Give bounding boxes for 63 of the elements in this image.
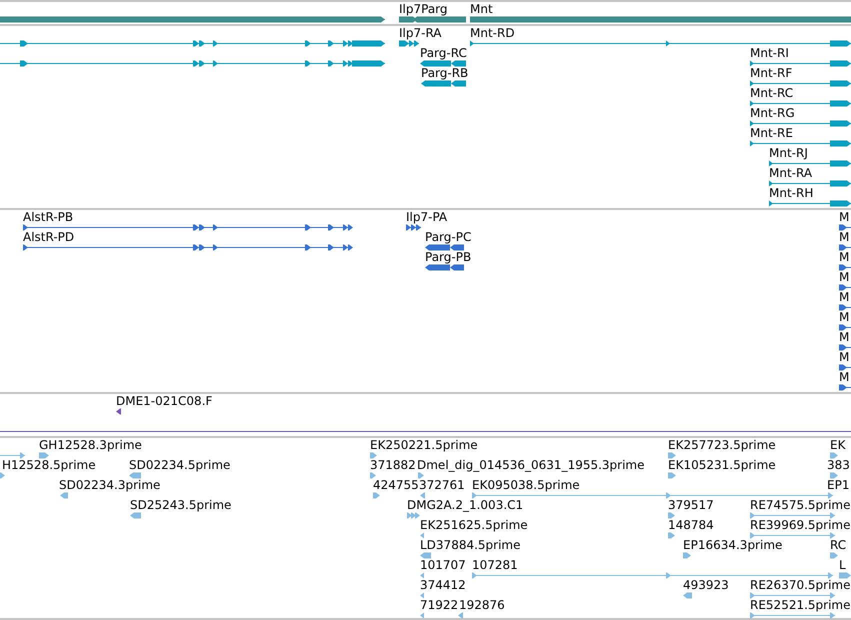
protein-label: AlstR-PB	[23, 210, 74, 224]
alignment-label: 107281	[472, 558, 518, 572]
alignment-label: EK257723.5prime	[668, 438, 776, 452]
alignment-label: SD02234.5prime	[129, 458, 230, 472]
protein-label: M	[839, 250, 850, 264]
alignment-label: 383	[827, 458, 850, 472]
transcript-label: Ilp7-RA	[399, 26, 442, 40]
alignment-label: 192876	[459, 598, 505, 612]
alignment-label: EK250221.5prime	[370, 438, 478, 452]
alignment-label: 379517	[668, 498, 714, 512]
transcript-label: Mnt-RH	[769, 186, 814, 200]
alignment-label: 148784	[668, 518, 714, 532]
clone-label: DME1-021C08.F	[116, 394, 212, 408]
transcript-label: Mnt-RF	[750, 66, 792, 80]
alignment-label: 371882	[370, 458, 416, 472]
alignment-label: 101707	[420, 558, 466, 572]
transcript-label: Mnt-RA	[769, 166, 812, 180]
protein-label: M	[839, 310, 850, 324]
transcript-label: Mnt-RD	[470, 26, 515, 40]
transcript-label: Parg-RB	[421, 66, 468, 80]
protein-label: M	[839, 230, 850, 244]
alignment-label: RC	[830, 538, 846, 552]
alignment-label: 424755	[373, 478, 419, 492]
transcript-label: Mnt-RJ	[769, 146, 808, 160]
alignment-label: DMG2A.2_1.003.C1	[407, 498, 524, 512]
alignment-label: Dmel_dig_014536_0631_1955.3prime	[417, 458, 645, 472]
transcript-label: Mnt-RC	[750, 86, 794, 100]
protein-label: AlstR-PD	[23, 230, 74, 244]
protein-label: M	[839, 370, 850, 384]
alignment-label: SD02234.3prime	[59, 478, 160, 492]
alignment-label: RE52521.5prime	[750, 598, 850, 612]
transcript-label: Mnt-RG	[750, 106, 795, 120]
alignment-label: EK251625.5prime	[420, 518, 528, 532]
alignment-label: 493923	[683, 578, 729, 592]
protein-label: Ilp7-PA	[406, 210, 448, 224]
alignment-label: EK095038.5prime	[472, 478, 580, 492]
alignment-label: 71922	[420, 598, 458, 612]
alignment-label: LD37884.5prime	[420, 538, 521, 552]
protein-label: Parg-PC	[425, 230, 472, 244]
transcript-label: Mnt-RE	[750, 126, 793, 140]
protein-label: Parg-PB	[425, 250, 472, 264]
alignment-label: RE26370.5prime	[750, 578, 850, 592]
alignment-label: EK	[830, 438, 846, 452]
alignment-label: 372761	[419, 478, 465, 492]
protein-label: M	[839, 290, 850, 304]
alignment-label: EP16634.3prime	[683, 538, 782, 552]
protein-label: M	[839, 350, 850, 364]
protein-label: M	[839, 270, 850, 284]
protein-label: M	[839, 330, 850, 344]
alignment-label: RE74575.5prime	[750, 498, 850, 512]
alignment-label: EP1	[827, 478, 850, 492]
alignment-label: GH12528.3prime	[39, 438, 142, 452]
gene-label: Mnt	[470, 2, 493, 16]
protein-label: M	[839, 210, 850, 224]
alignment-label: RE39969.5prime	[750, 518, 850, 532]
alignment-label: EK105231.5prime	[668, 458, 776, 472]
alignment-label: SD25243.5prime	[130, 498, 232, 512]
alignment-label: 374412	[420, 578, 466, 592]
transcript-label: Mnt-RI	[750, 46, 789, 60]
gene-label: Ilp7Parg	[399, 2, 448, 16]
transcript-label: Parg-RC	[420, 46, 467, 60]
alignment-label: H12528.5prime	[2, 458, 96, 472]
alignment-label: L	[839, 558, 846, 572]
